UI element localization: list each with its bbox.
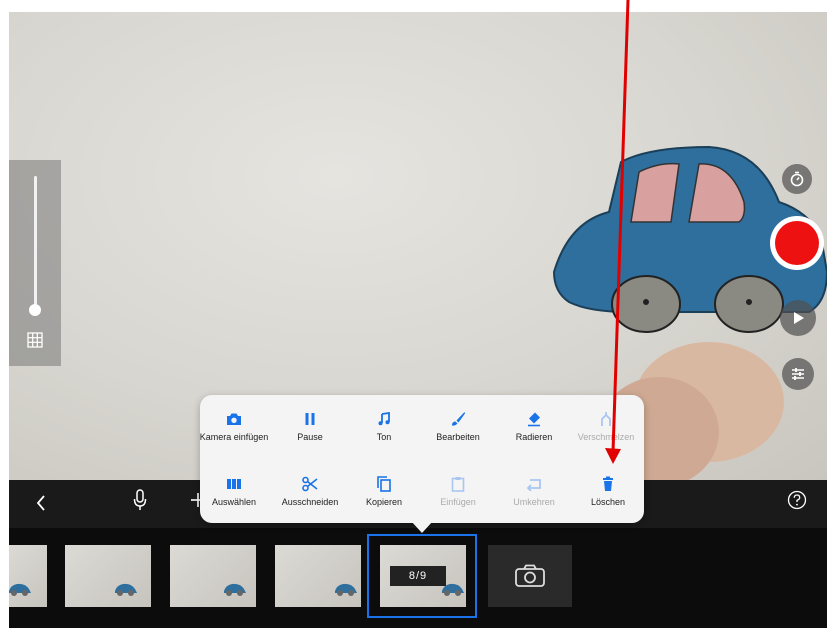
menu-item-label: Umkehren bbox=[513, 497, 555, 507]
timeline-frame[interactable] bbox=[9, 545, 47, 607]
eraser-icon bbox=[528, 412, 540, 427]
menu-item-label: Auswählen bbox=[211, 497, 257, 507]
reverse-icon bbox=[526, 479, 541, 491]
menu-item-kamera-einfuegen[interactable]: Kamera einfügen bbox=[198, 410, 270, 443]
timeline-frame[interactable] bbox=[170, 545, 256, 607]
menu-item-pause[interactable]: Pause bbox=[274, 410, 346, 443]
copy-icon bbox=[377, 476, 391, 492]
popup-arrow bbox=[411, 521, 433, 533]
menu-item-label: Löschen bbox=[590, 497, 626, 507]
camera-icon bbox=[227, 413, 241, 425]
sliders-icon bbox=[792, 368, 804, 380]
menu-item-label: Pause bbox=[297, 432, 323, 442]
menu-item-einfuegen[interactable]: Einfügen bbox=[422, 475, 494, 508]
car-thumbnail bbox=[115, 583, 137, 596]
trash-icon bbox=[603, 476, 613, 491]
menu-item-label: Radieren bbox=[515, 432, 553, 442]
merge-icon bbox=[601, 412, 611, 426]
scissors-icon bbox=[302, 476, 318, 492]
menu-item-bearbeiten[interactable]: Bearbeiten bbox=[422, 410, 494, 443]
paste-icon bbox=[451, 477, 465, 492]
play-button[interactable] bbox=[780, 300, 816, 336]
select-frames-icon bbox=[227, 479, 241, 489]
menu-item-label: Kamera einfügen bbox=[199, 432, 269, 442]
help-icon[interactable] bbox=[787, 490, 807, 510]
add-frame-camera-button[interactable] bbox=[488, 545, 572, 607]
menu-item-loeschen[interactable]: Löschen bbox=[572, 475, 644, 508]
timer-icon bbox=[790, 171, 804, 187]
menu-item-kopieren[interactable]: Kopieren bbox=[348, 475, 420, 508]
menu-item-label: Bearbeiten bbox=[436, 432, 480, 442]
menu-item-ton[interactable]: Ton bbox=[348, 410, 420, 443]
menu-item-label: Ausschneiden bbox=[281, 497, 339, 507]
menu-item-verschmelzen[interactable]: Verschmelzen bbox=[570, 410, 642, 443]
capture-button[interactable] bbox=[770, 216, 824, 270]
play-icon bbox=[794, 312, 804, 324]
zoom-slider-panel bbox=[9, 160, 61, 366]
zoom-slider-thumb[interactable] bbox=[29, 304, 41, 316]
brush-icon bbox=[452, 412, 465, 426]
menu-item-label: Einfügen bbox=[440, 497, 476, 507]
timer-button[interactable] bbox=[782, 164, 812, 194]
camera-icon bbox=[515, 564, 545, 587]
timeline-frame[interactable] bbox=[275, 545, 361, 607]
menu-item-umkehren[interactable]: Umkehren bbox=[498, 475, 570, 508]
menu-item-auswaehlen[interactable]: Auswählen bbox=[198, 475, 270, 508]
microphone-icon[interactable] bbox=[133, 489, 147, 511]
menu-item-radieren[interactable]: Radieren bbox=[498, 410, 570, 443]
grid-icon[interactable] bbox=[27, 332, 43, 348]
timeline-frame[interactable] bbox=[65, 545, 151, 607]
settings-button[interactable] bbox=[782, 358, 814, 390]
menu-item-label: Kopieren bbox=[365, 497, 403, 507]
car-thumbnail bbox=[9, 583, 31, 596]
car-thumbnail bbox=[224, 583, 246, 596]
pause-icon bbox=[305, 413, 315, 425]
back-icon[interactable] bbox=[35, 494, 47, 512]
menu-item-label: Ton bbox=[376, 432, 392, 442]
zoom-slider-track[interactable] bbox=[34, 176, 37, 312]
music-note-icon bbox=[378, 412, 390, 426]
menu-item-label: Verschmelzen bbox=[577, 432, 635, 442]
record-dot bbox=[775, 221, 819, 265]
menu-item-ausschneiden[interactable]: Ausschneiden bbox=[274, 475, 346, 508]
car-thumbnail bbox=[335, 583, 357, 596]
frame-counter: 8/9 bbox=[390, 566, 446, 586]
